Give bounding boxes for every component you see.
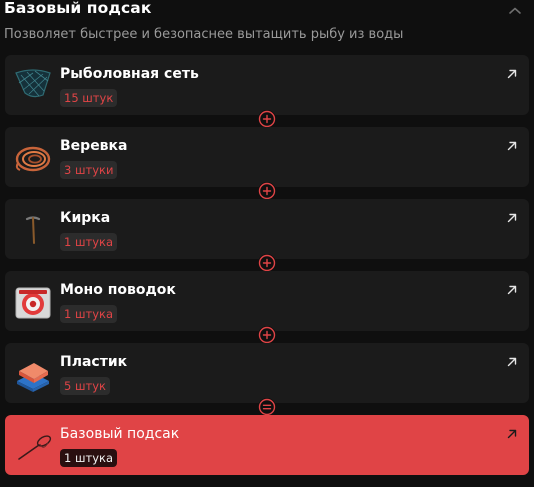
plastic-icon	[17, 363, 49, 392]
ingredient-name: Моно поводок	[60, 282, 176, 298]
chevron-up-icon[interactable]	[508, 6, 522, 16]
ingredient-name: Рыболовная сеть	[60, 66, 199, 82]
recipe-title: Базовый подсак	[4, 0, 152, 17]
plus-icon	[258, 326, 276, 344]
result-name: Базовый подсак	[60, 426, 180, 442]
ingredient-name: Пластик	[60, 354, 128, 370]
quantity-badge: 3 штуки	[60, 161, 118, 179]
arrow-up-right-icon[interactable]	[506, 356, 518, 368]
mono-leader-spool-icon	[15, 287, 51, 319]
ingredient-name: Веревка	[60, 138, 128, 154]
equals-icon	[258, 398, 276, 416]
quantity-badge: 15 штук	[60, 89, 118, 107]
plus-icon	[258, 254, 276, 272]
arrow-up-right-icon[interactable]	[506, 428, 518, 440]
fishing-net-icon	[15, 69, 51, 98]
arrow-up-right-icon[interactable]	[506, 284, 518, 296]
ingredient-name: Кирка	[60, 210, 111, 226]
ingredient-card-plastic[interactable]: Пластик 5 штук	[5, 343, 529, 403]
ingredient-card-rope[interactable]: Веревка 3 штуки	[5, 127, 529, 187]
recipe-header: Базовый подсак Позволяет быстрее и безоп…	[4, 0, 530, 44]
ingredient-card-fishing-net[interactable]: Рыболовная сеть 15 штук	[5, 55, 529, 115]
ingredient-card-pickaxe[interactable]: Кирка 1 штука	[5, 199, 529, 259]
quantity-badge: 1 штука	[60, 449, 117, 467]
quantity-badge: 5 штук	[60, 377, 110, 395]
arrow-up-right-icon[interactable]	[506, 140, 518, 152]
rope-icon	[15, 146, 51, 172]
quantity-badge: 1 штука	[60, 233, 117, 251]
recipe-description: Позволяет быстрее и безопаснее вытащить …	[4, 27, 404, 42]
ingredient-card-mono-leader[interactable]: Моно поводок 1 штука	[5, 271, 529, 331]
landing-net-icon	[18, 435, 52, 460]
plus-icon	[258, 182, 276, 200]
arrow-up-right-icon[interactable]	[506, 68, 518, 80]
quantity-badge: 1 штука	[60, 305, 117, 323]
result-card-landing-net[interactable]: Базовый подсак 1 штука	[5, 415, 529, 475]
plus-icon	[258, 110, 276, 128]
pickaxe-icon	[25, 216, 41, 244]
arrow-up-right-icon[interactable]	[506, 212, 518, 224]
